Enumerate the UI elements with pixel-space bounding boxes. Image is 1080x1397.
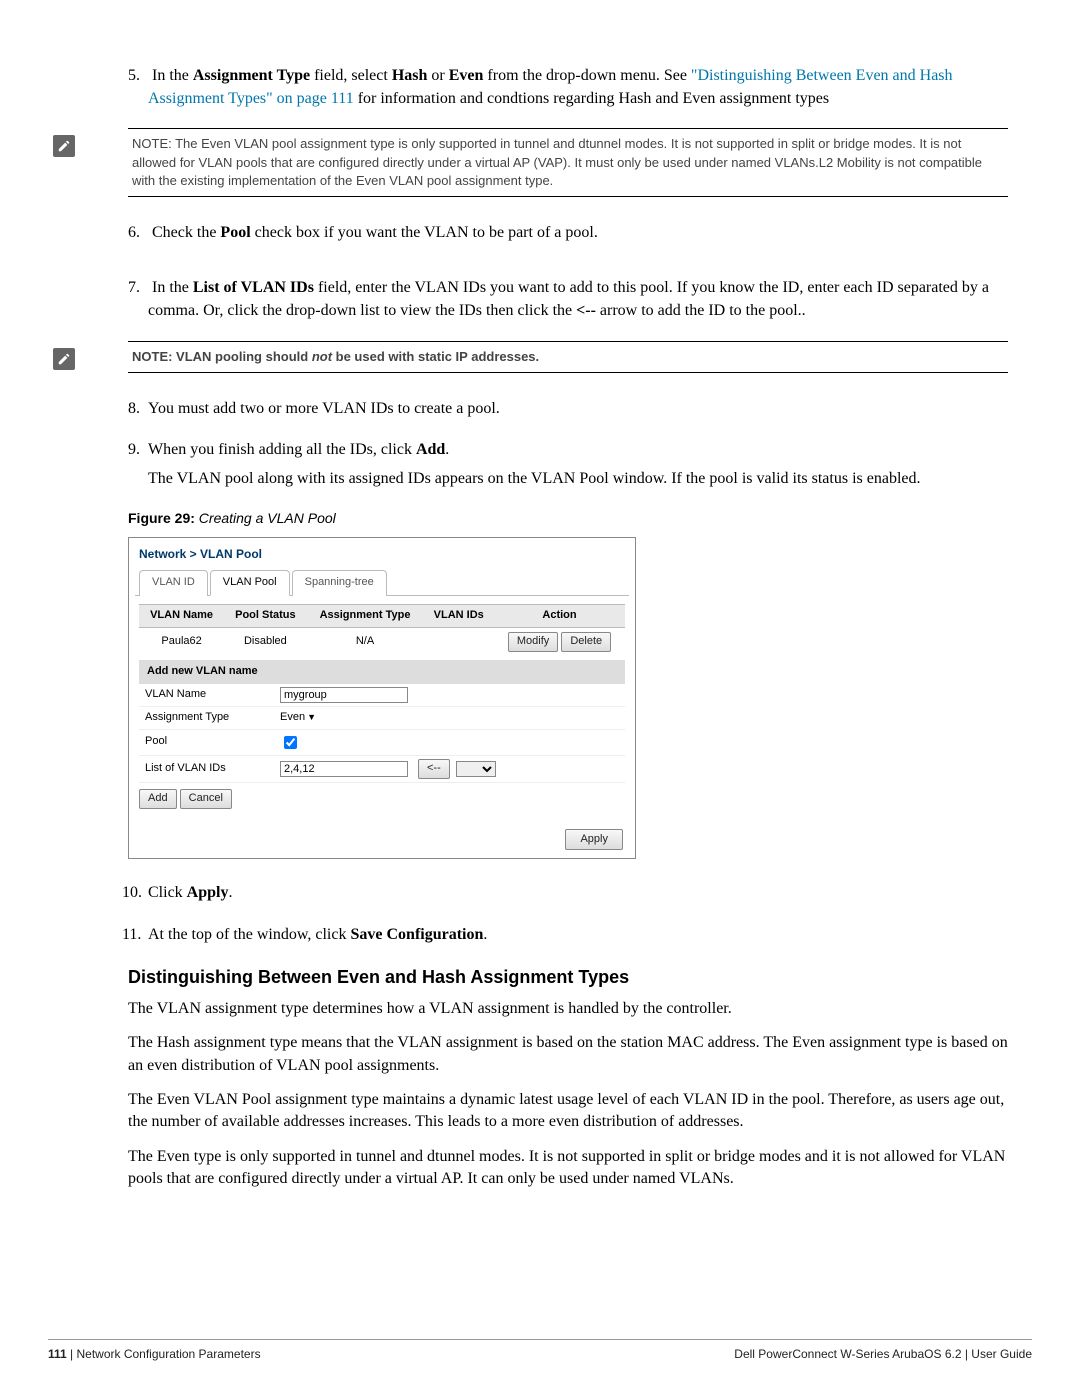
row-assignment-type: Assignment Type Even ▼ bbox=[139, 707, 625, 730]
para-2: The Hash assignment type means that the … bbox=[128, 1032, 1008, 1077]
step-9: 9.When you finish adding all the IDs, cl… bbox=[128, 438, 1008, 490]
step-7: 7. In the List of VLAN IDs field, enter … bbox=[128, 276, 1008, 322]
tabs: VLAN ID VLAN Pool Spanning-tree bbox=[135, 569, 629, 596]
section-heading: Distinguishing Between Even and Hash Ass… bbox=[128, 964, 1008, 990]
note-even-vlan: NOTE: The Even VLAN pool assignment type… bbox=[128, 128, 1008, 197]
step-6: 6. Check the Pool check box if you want … bbox=[128, 221, 1008, 244]
vlan-pool-table: VLAN Name Pool Status Assignment Type VL… bbox=[139, 604, 625, 656]
row-pool: Pool bbox=[139, 730, 625, 756]
step-10: 10.Click Apply. bbox=[128, 881, 1008, 904]
step-5: 5. In the Assignment Type field, select … bbox=[128, 64, 1008, 110]
apply-button[interactable]: Apply bbox=[565, 829, 623, 851]
th-action: Action bbox=[494, 604, 625, 627]
note-pooling-static-ip: NOTE: VLAN pooling should not be used wi… bbox=[128, 341, 1008, 373]
pool-checkbox[interactable] bbox=[284, 736, 297, 749]
step5-text-a: In the bbox=[152, 67, 193, 84]
row-list-vlan-ids: List of VLAN IDs <-- bbox=[139, 756, 625, 783]
pencil-icon bbox=[53, 135, 75, 157]
row-vlan-name: VLAN Name bbox=[139, 684, 625, 707]
pencil-icon bbox=[53, 348, 75, 370]
add-button[interactable]: Add bbox=[139, 789, 177, 809]
chevron-down-icon[interactable]: ▼ bbox=[307, 711, 316, 724]
vlan-name-input[interactable] bbox=[280, 687, 408, 703]
para-1: The VLAN assignment type determines how … bbox=[128, 998, 1008, 1020]
tab-spanning-tree[interactable]: Spanning-tree bbox=[292, 570, 387, 596]
th-vlan-name: VLAN Name bbox=[139, 604, 224, 627]
step-8: 8.You must add two or more VLAN IDs to c… bbox=[128, 397, 1008, 420]
para-3: The Even VLAN Pool assignment type maint… bbox=[128, 1089, 1008, 1134]
arrow-left-button[interactable]: <-- bbox=[418, 759, 450, 779]
th-pool-status: Pool Status bbox=[224, 604, 306, 627]
step5-bold-assignment-type: Assignment Type bbox=[193, 67, 310, 84]
tab-vlan-pool[interactable]: VLAN Pool bbox=[210, 570, 290, 596]
assignment-type-select[interactable]: Even bbox=[280, 710, 305, 726]
add-new-vlan-section: Add new VLAN name bbox=[139, 660, 625, 684]
delete-button[interactable]: Delete bbox=[561, 632, 611, 652]
table-row: Paula62 Disabled N/A Modify Delete bbox=[139, 627, 625, 655]
cancel-button[interactable]: Cancel bbox=[180, 789, 232, 809]
th-assignment-type: Assignment Type bbox=[307, 604, 424, 627]
vlan-id-dropdown[interactable] bbox=[456, 761, 496, 777]
step-11: 11.At the top of the window, click Save … bbox=[128, 923, 1008, 946]
th-vlan-ids: VLAN IDs bbox=[423, 604, 494, 627]
vlan-pool-screenshot: Network > VLAN Pool VLAN ID VLAN Pool Sp… bbox=[128, 537, 636, 860]
figure-caption: Figure 29: Creating a VLAN Pool bbox=[128, 508, 1008, 528]
page-footer: 111 | Network Configuration Parameters D… bbox=[48, 1339, 1032, 1363]
tab-vlan-id[interactable]: VLAN ID bbox=[139, 570, 208, 596]
breadcrumb: Network > VLAN Pool bbox=[129, 538, 635, 569]
modify-button[interactable]: Modify bbox=[508, 632, 558, 652]
vlan-ids-input[interactable] bbox=[280, 761, 408, 777]
para-4: The Even type is only supported in tunne… bbox=[128, 1146, 1008, 1191]
